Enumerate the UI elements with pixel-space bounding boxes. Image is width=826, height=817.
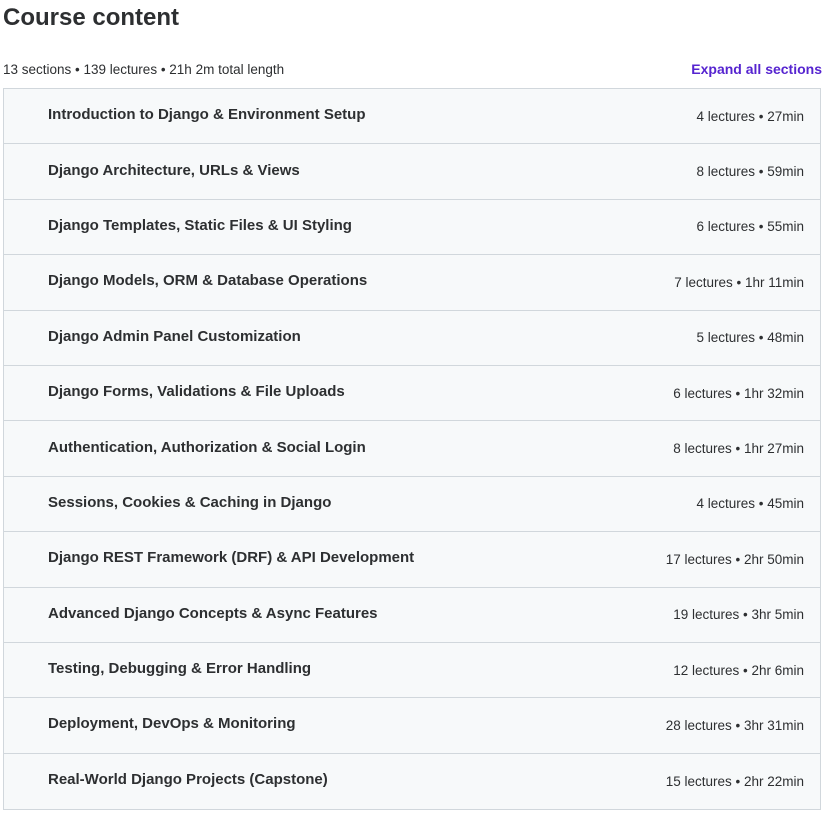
section-title: Django Models, ORM & Database Operations (48, 272, 368, 290)
section-title: Django Admin Panel Customization (48, 327, 301, 345)
course-summary: 13 sections • 139 lectures • 21h 2m tota… (3, 61, 285, 77)
section-row[interactable]: Advanced Django Concepts & Async Feature… (4, 588, 820, 643)
expand-all-sections-button[interactable]: Expand all sections (691, 61, 822, 77)
section-row[interactable]: Real-World Django Projects (Capstone) 15 … (4, 754, 820, 809)
section-row[interactable]: Introduction to Django & Environment Set… (4, 89, 820, 145)
section-title: Real-World Django Projects (Capstone) (48, 771, 328, 789)
section-meta: 28 lectures • 3hr 31min (665, 717, 804, 733)
section-title: Django Architecture, URLs & Views (48, 161, 300, 179)
section-row[interactable]: Django Forms, Validations & File Uploads… (4, 366, 820, 422)
section-row[interactable]: Testing, Debugging & Error Handling 12 le… (4, 643, 820, 699)
section-title: Django Templates, Static Files & UI Styl… (48, 216, 352, 234)
section-meta: 12 lectures • 2hr 6min (673, 662, 804, 678)
section-title: Django REST Framework (DRF) & API Develo… (48, 549, 415, 567)
section-row[interactable]: Django Admin Panel Customization 5 lectur… (4, 311, 820, 366)
section-title: Testing, Debugging & Error Handling (48, 660, 312, 678)
section-meta: 17 lectures • 2hr 50min (665, 551, 804, 567)
section-row[interactable]: Sessions, Cookies & Caching in Django 4 l… (4, 477, 820, 533)
course-summary-bar: 13 sections • 139 lectures • 21h 2m tota… (3, 60, 822, 78)
section-meta: 4 lectures • 27min (696, 108, 804, 124)
section-meta: 8 lectures • 59min (696, 164, 804, 180)
section-row[interactable]: Django Templates, Static Files & UI Styl… (4, 200, 820, 256)
section-meta: 6 lectures • 55min (696, 219, 804, 235)
section-title: Introduction to Django & Environment Set… (48, 106, 366, 124)
section-title: Authentication, Authorization & Social L… (48, 438, 366, 456)
section-title: Advanced Django Concepts & Async Feature… (48, 604, 378, 622)
section-meta: 19 lectures • 3hr 5min (673, 607, 804, 623)
section-title: Deployment, DevOps & Monitoring (48, 715, 296, 733)
sections-list: Introduction to Django & Environment Set… (3, 88, 821, 811)
section-row[interactable]: Django Architecture, URLs & Views 8 lectu… (4, 144, 820, 200)
section-title: Django Forms, Validations & File Uploads (48, 383, 345, 401)
section-meta: 5 lectures • 48min (696, 330, 804, 346)
section-row[interactable]: Deployment, DevOps & Monitoring 28 lectur… (4, 698, 820, 754)
page-title: Course content (3, 4, 180, 31)
section-row[interactable]: Django Models, ORM & Database Operations… (4, 255, 820, 311)
section-meta: 15 lectures • 2hr 22min (665, 773, 804, 789)
section-meta: 4 lectures • 45min (696, 496, 804, 512)
section-row[interactable]: Authentication, Authorization & Social L… (4, 421, 820, 477)
section-title: Sessions, Cookies & Caching in Django (48, 493, 332, 511)
section-row[interactable]: Django REST Framework (DRF) & API Develo… (4, 532, 820, 588)
section-meta: 7 lectures • 1hr 11min (674, 274, 804, 290)
section-meta: 8 lectures • 1hr 27min (673, 441, 804, 457)
section-meta: 6 lectures • 1hr 32min (673, 385, 804, 401)
